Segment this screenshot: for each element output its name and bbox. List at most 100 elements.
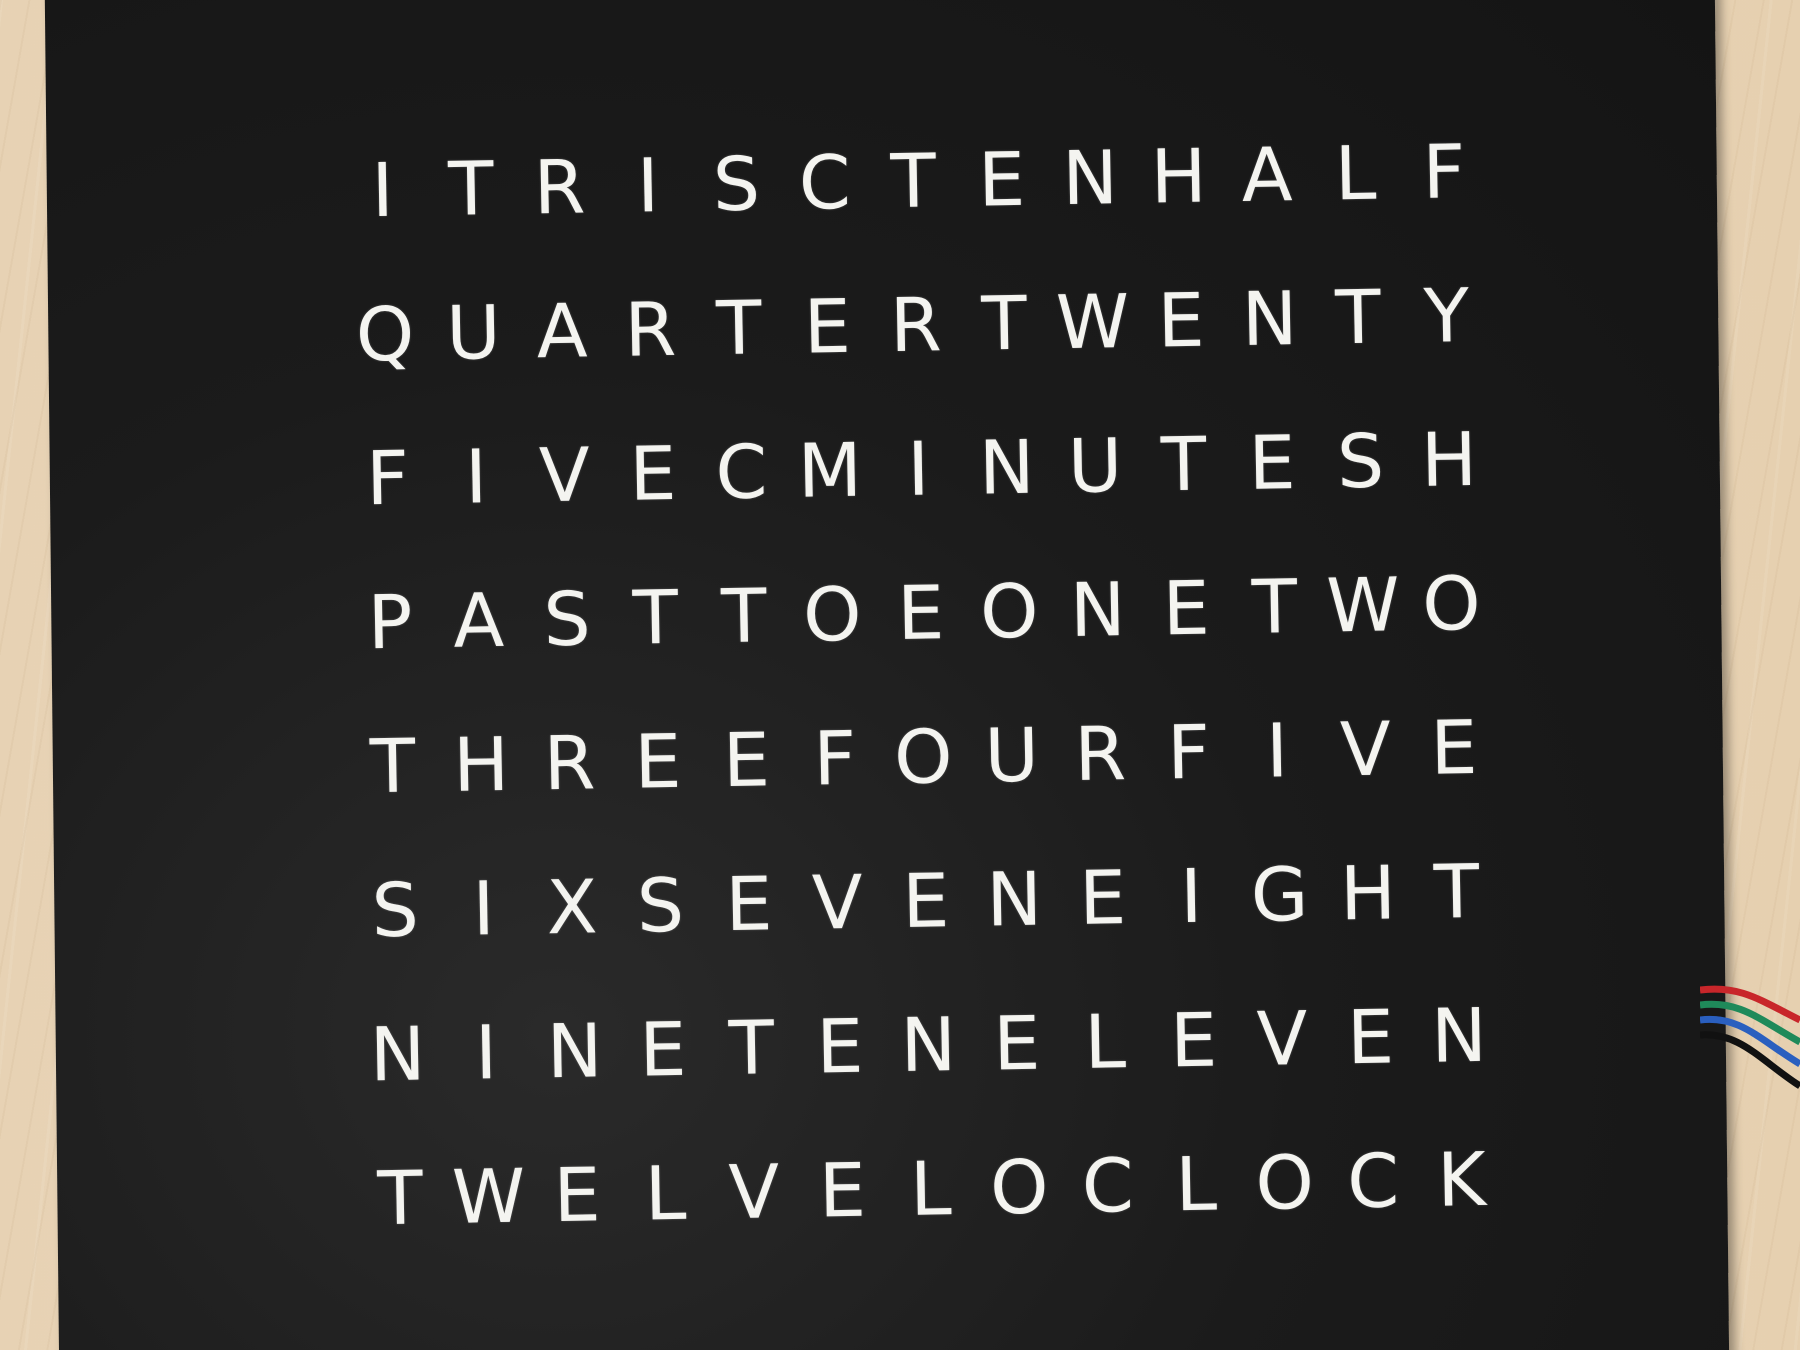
clock-letter: E xyxy=(628,430,678,518)
clock-letter: Y xyxy=(1423,273,1470,360)
clock-letter: I xyxy=(636,143,660,230)
clock-letter: O xyxy=(979,568,1040,656)
clock-letter: T xyxy=(1160,421,1207,509)
clock-letter: S xyxy=(370,867,420,955)
clock-letter: T xyxy=(720,573,768,661)
clock-letter: W xyxy=(451,1153,526,1241)
clock-letter: E xyxy=(992,1000,1041,1088)
clock-letter: A xyxy=(1240,132,1294,219)
clock-letter: U xyxy=(445,289,502,377)
clock-letter: N xyxy=(1069,567,1127,655)
clock-letter: E xyxy=(1169,997,1218,1085)
clock-letter: V xyxy=(811,859,864,947)
clock-letter: C xyxy=(798,139,852,227)
clock-letter: V xyxy=(538,432,591,520)
clock-letter: X xyxy=(545,864,599,952)
clock-letter: E xyxy=(803,283,852,371)
clock-letter: E xyxy=(815,1003,865,1091)
clock-letter: P xyxy=(367,579,414,667)
clock-letter: F xyxy=(1166,709,1211,797)
clock-letter: E xyxy=(977,136,1026,224)
clock-letter: O xyxy=(893,714,954,802)
clock-letter: V xyxy=(727,1149,781,1237)
clock-letter: I xyxy=(370,147,395,235)
clock-letter: T xyxy=(632,574,679,662)
clock-letter: T xyxy=(715,285,763,373)
clock-letter: T xyxy=(728,1005,775,1093)
clock-letter: S xyxy=(712,141,761,229)
clock-letter: T xyxy=(980,280,1028,368)
word-clock-panel: ITRISCTENHALFQUARTERTWENTYFIVECMINUTESHP… xyxy=(44,0,1730,1350)
cable-wires xyxy=(1700,985,1800,1089)
clock-letter: R xyxy=(533,144,586,232)
clock-letter: N xyxy=(369,1011,427,1099)
clock-letter: E xyxy=(638,1006,688,1094)
clock-letter: T xyxy=(369,723,416,811)
clock-letter: G xyxy=(1250,851,1310,939)
clock-letter: C xyxy=(1346,1138,1400,1226)
clock-letter: T xyxy=(1251,564,1298,651)
clock-letter: E xyxy=(818,1147,867,1235)
clock-letter: N xyxy=(1241,276,1298,363)
clock-letter: F xyxy=(1421,129,1466,216)
clock-letter: N xyxy=(899,1002,957,1090)
clock-letter: T xyxy=(447,146,495,233)
clock-letter: L xyxy=(1334,130,1377,218)
clock-letter: O xyxy=(1421,560,1482,648)
clock-letter: H xyxy=(1339,850,1397,938)
clock-letter: I xyxy=(1265,708,1289,795)
clock-letter: E xyxy=(1078,855,1127,942)
clock-letter: N xyxy=(1061,135,1119,223)
clock-letter: R xyxy=(889,282,943,370)
clock-letter: I xyxy=(906,426,930,513)
clock-letter: V xyxy=(1256,995,1309,1083)
clock-letter: T xyxy=(376,1155,424,1243)
clock-letter: F xyxy=(812,715,857,803)
clock-letter: I xyxy=(471,866,496,953)
clock-letter: R xyxy=(1073,711,1127,798)
clock-letter: E xyxy=(901,858,950,946)
clock-letter: E xyxy=(1429,704,1479,792)
clock-letter: N xyxy=(546,1008,603,1096)
clock-letter: L xyxy=(1083,999,1127,1086)
clock-letter: N xyxy=(1430,992,1488,1080)
clock-letter: H xyxy=(452,721,510,809)
clock-letter: E xyxy=(722,717,771,805)
clock-letter: U xyxy=(983,712,1040,800)
clock-letter: O xyxy=(802,571,863,659)
clock-letter: S xyxy=(1336,418,1385,506)
clock-letter: C xyxy=(1081,1143,1135,1230)
clock-letter: A xyxy=(535,288,589,376)
clock-letter: E xyxy=(1156,277,1206,365)
clock-letter: I xyxy=(1179,853,1203,941)
clock-letter: W xyxy=(1325,562,1401,650)
clock-letter: R xyxy=(543,720,596,808)
clock-letter: O xyxy=(1254,1139,1315,1227)
clock-letter: S xyxy=(542,576,592,664)
clock-letter: M xyxy=(797,427,863,515)
clock-letter: S xyxy=(636,862,685,950)
clock-letter: N xyxy=(985,856,1043,944)
clock-letter: E xyxy=(724,861,774,949)
clock-letter: E xyxy=(633,718,683,806)
clock-letter: A xyxy=(452,577,505,665)
clock-letter: L xyxy=(909,1146,953,1233)
clock-letter: I xyxy=(464,434,488,521)
clock-letter: O xyxy=(989,1144,1050,1232)
clock-letter: V xyxy=(1339,706,1392,794)
clock-letter: T xyxy=(1433,848,1480,936)
clock-letter: E xyxy=(552,1152,602,1240)
clock-letter: K xyxy=(1436,1136,1487,1224)
clock-letter: E xyxy=(1346,994,1395,1082)
clock-letter: N xyxy=(978,424,1036,512)
clock-letter: E xyxy=(1162,565,1211,653)
clock-letter: H xyxy=(1420,416,1478,504)
clock-letter: U xyxy=(1067,423,1124,511)
clock-letter: Q xyxy=(355,291,415,379)
clock-letter: L xyxy=(644,1150,687,1238)
clock-letter: F xyxy=(365,435,410,523)
clock-letter: E xyxy=(896,570,945,658)
clock-letter: C xyxy=(714,429,768,517)
clock-letter: L xyxy=(1174,1141,1218,1229)
clock-letter: I xyxy=(474,1010,498,1097)
